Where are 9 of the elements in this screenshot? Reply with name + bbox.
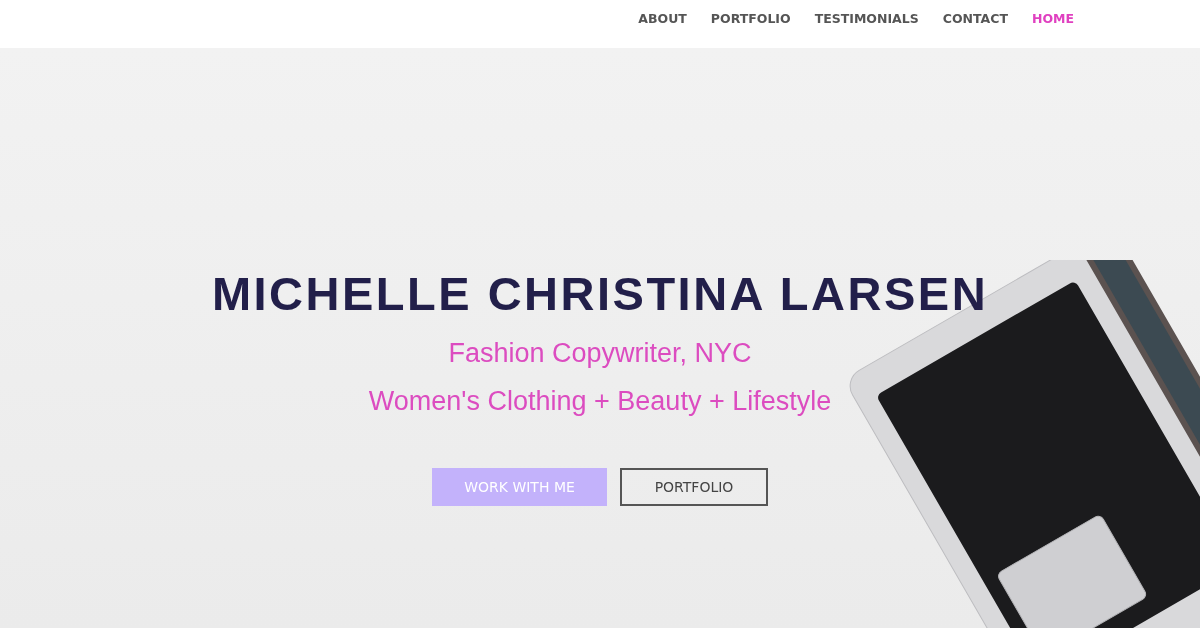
portfolio-button[interactable]: PORTFOLIO [620, 468, 768, 506]
hero-subtitle: Fashion Copywriter, NYC [448, 337, 752, 370]
hero-subtitle: Women's Clothing + Beauty + Lifestyle [368, 385, 832, 418]
nav-link[interactable]: PORTFOLIO [710, 11, 791, 27]
nav-link[interactable]: TESTIMONIALS [814, 11, 919, 27]
nav-link[interactable]: ABOUT [638, 11, 687, 27]
nav-link[interactable]: CONTACT [942, 11, 1008, 27]
hero-title: MICHELLE CHRISTINA LARSEN [211, 266, 989, 322]
nav-link[interactable]: HOME [1031, 11, 1074, 27]
